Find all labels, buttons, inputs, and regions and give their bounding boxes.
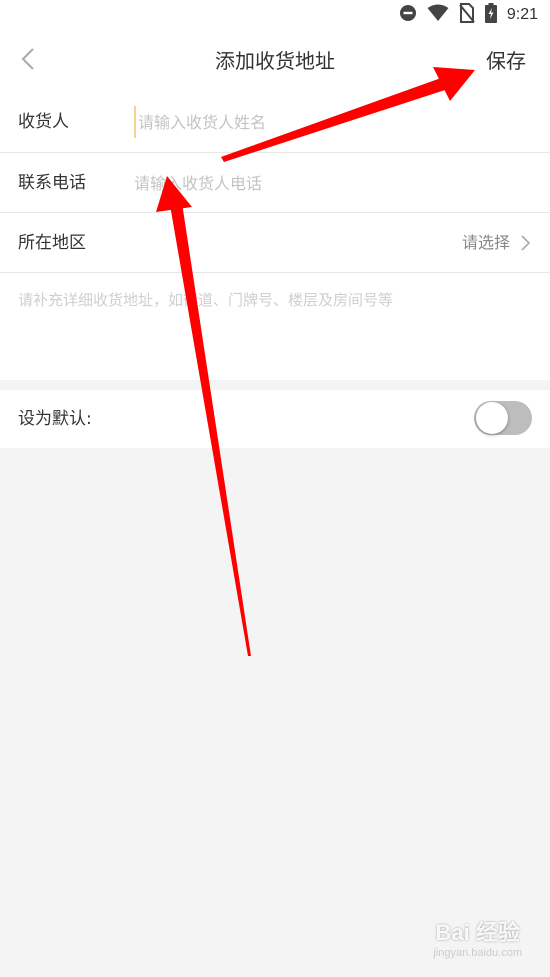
battery-charging-icon <box>484 3 497 27</box>
region-select-value[interactable]: 请选择 <box>462 213 510 273</box>
recipient-row: 收货人 <box>0 92 550 152</box>
watermark: Bai 经验 jingyan.baidu.com <box>433 915 522 959</box>
phone-label: 联系电话 <box>18 173 86 193</box>
chevron-right-icon <box>518 235 532 251</box>
header: 添加收货地址 保存 <box>0 30 550 92</box>
status-time: 9:21 <box>506 6 538 23</box>
wifi-icon <box>427 4 449 26</box>
set-default-row: 设为默认: <box>0 390 550 448</box>
phone-input[interactable] <box>134 167 514 199</box>
region-row[interactable]: 所在地区 请选择 <box>0 212 550 272</box>
save-button[interactable]: 保存 <box>486 30 526 92</box>
set-default-label: 设为默认: <box>18 409 92 429</box>
do-not-disturb-icon <box>399 4 417 26</box>
address-form: 收货人 联系电话 所在地区 请选择 <box>0 92 550 380</box>
detail-address-row <box>0 272 550 380</box>
set-default-toggle[interactable] <box>474 401 532 435</box>
recipient-input[interactable] <box>134 106 514 138</box>
watermark-logo: Bai 经验 <box>435 920 520 945</box>
detail-address-input[interactable] <box>18 289 528 369</box>
no-sim-icon <box>459 3 475 27</box>
region-label: 所在地区 <box>18 233 86 253</box>
chevron-left-icon <box>20 47 36 75</box>
back-button[interactable] <box>8 30 48 92</box>
recipient-label: 收货人 <box>18 112 69 132</box>
page-title: 添加收货地址 <box>215 49 335 73</box>
status-bar: 9:21 <box>0 0 550 30</box>
status-icons: 9:21 <box>399 0 538 30</box>
watermark-url: jingyan.baidu.com <box>433 947 522 959</box>
phone-row: 联系电话 <box>0 152 550 212</box>
toggle-knob <box>476 402 508 434</box>
